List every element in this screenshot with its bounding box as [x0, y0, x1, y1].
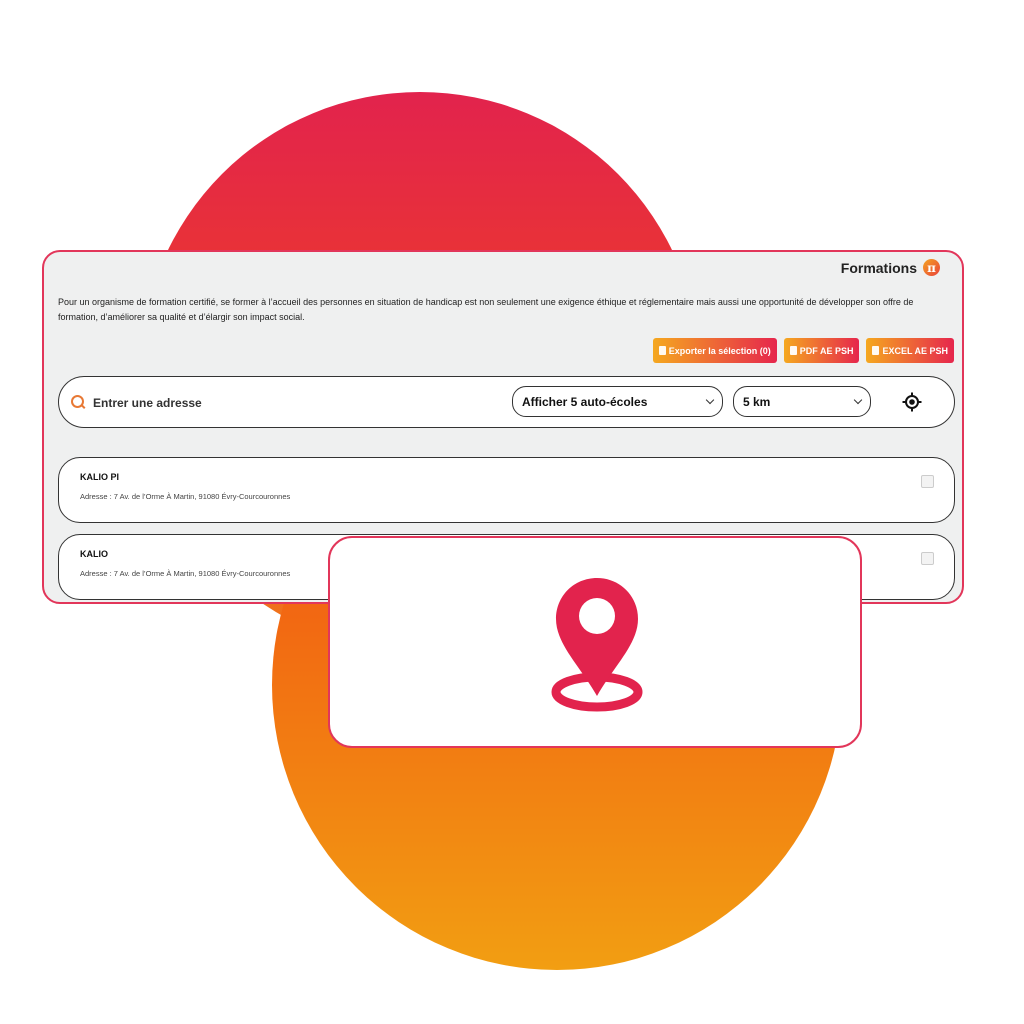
radius-value: 5 km [743, 394, 771, 409]
school-count-select[interactable]: Afficher 5 auto-écoles [512, 386, 723, 417]
pdf-button[interactable]: PDF AE PSH [783, 338, 860, 363]
export-selection-button[interactable]: Exporter la sélection (0) [652, 338, 777, 363]
result-address: Adresse : 7 Av. de l’Orme À Martin, 9108… [80, 569, 291, 578]
radius-select[interactable]: 5 km [733, 386, 871, 417]
pdf-label: PDF AE PSH [799, 345, 854, 356]
result-checkbox[interactable] [921, 475, 934, 488]
result-card[interactable]: KALIO PI Adresse : 7 Av. de l’Orme À Mar… [58, 457, 955, 523]
result-name: KALIO [80, 549, 108, 559]
search-bar: Afficher 5 auto-écoles 5 km [58, 376, 955, 428]
chevron-down-icon [853, 395, 863, 405]
search-icon [71, 395, 84, 408]
map-pin-icon [551, 578, 643, 712]
brand-logo-icon: π [923, 259, 940, 276]
file-icon [789, 346, 797, 355]
export-selection-label: Exporter la sélection (0) [668, 345, 771, 356]
file-icon [872, 346, 880, 355]
brand-header: Formations π [841, 259, 940, 276]
result-address: Adresse : 7 Av. de l’Orme À Martin, 9108… [80, 492, 291, 501]
crosshair-icon[interactable] [902, 392, 922, 412]
location-pin-card [328, 536, 862, 748]
school-count-value: Afficher 5 auto-écoles [522, 394, 648, 409]
address-search-input[interactable] [91, 392, 475, 414]
file-icon [658, 346, 666, 355]
result-name: KALIO PI [80, 472, 120, 482]
result-checkbox[interactable] [921, 552, 934, 565]
excel-button[interactable]: EXCEL AE PSH [866, 338, 954, 363]
chevron-down-icon [705, 395, 715, 405]
excel-label: EXCEL AE PSH [882, 345, 948, 356]
intro-text: Pour un organisme de formation certifié,… [58, 297, 914, 322]
action-buttons: Exporter la sélection (0) PDF AE PSH EXC… [652, 338, 954, 363]
brand-title: Formations [840, 259, 917, 276]
